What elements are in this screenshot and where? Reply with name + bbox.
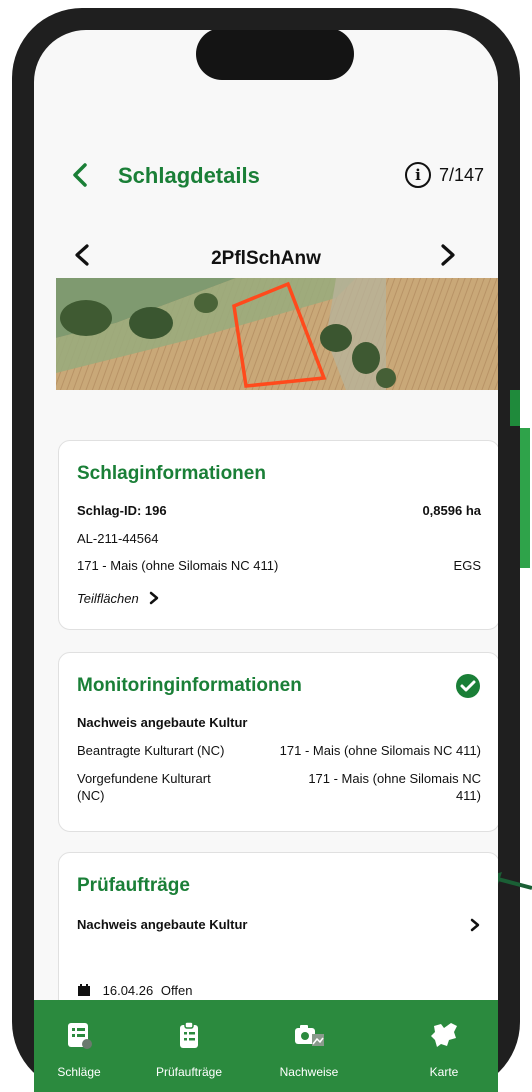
- subareas-label: Teilflächen: [77, 591, 139, 606]
- field-name: 2PflSchAnw: [211, 248, 321, 269]
- card-title: Schlaginformationen: [77, 463, 266, 484]
- page-title: Schlagdetails: [118, 163, 260, 188]
- found-crop-row: Vorgefundene Kulturart (NC) 171 - Mais (…: [77, 771, 481, 811]
- card-title: Prüfaufträge: [77, 875, 190, 896]
- phone-screen: Schlagdetails i 7/147 2PflSchAnw Schlagi…: [34, 30, 498, 1092]
- scroll-indicator: [520, 428, 530, 568]
- check-circle-icon: [456, 674, 480, 698]
- tab-label: Schläge: [57, 1065, 101, 1079]
- field-list-icon: [68, 1023, 92, 1049]
- tab-pruefauftraege[interactable]: Prüfaufträge: [134, 1020, 244, 1079]
- task-status: Offen: [160, 983, 193, 998]
- clipboard-icon: [180, 1021, 198, 1048]
- next-field-button[interactable]: [438, 240, 458, 276]
- crop-type: 171 - Mais (ohne Silomais NC 411): [77, 558, 279, 573]
- chevron-right-icon: [441, 244, 455, 266]
- pruefauftrag-label: Nachweis angebaute Kultur: [77, 917, 248, 932]
- requested-crop-label: Beantragte Kulturart (NC): [77, 743, 225, 758]
- schlag-id: Schlag-ID: 196: [77, 503, 167, 518]
- calendar-icon: [78, 984, 90, 996]
- found-crop-value-2: 411): [455, 788, 481, 803]
- record-counter: 7/147: [439, 165, 485, 185]
- crop-row: 171 - Mais (ohne Silomais NC 411) EGS: [77, 558, 481, 573]
- dynamic-island: [196, 30, 354, 80]
- field-navigation: 2PflSchAnw: [34, 238, 498, 278]
- field-area: 0,8596 ha: [422, 503, 481, 518]
- chevron-left-icon: [73, 163, 87, 187]
- found-crop-value: 171 - Mais (ohne Silomais NC 411): [308, 771, 481, 803]
- bottom-tab-bar: Schläge Prüfaufträge Nachweise Karte: [34, 1000, 498, 1092]
- info-icon[interactable]: i: [405, 162, 431, 188]
- chevron-right-icon: [150, 591, 159, 605]
- tab-label: Nachweise: [279, 1065, 339, 1079]
- subareas-link[interactable]: Teilflächen: [77, 591, 481, 606]
- camera-gallery-icon: [295, 1025, 324, 1046]
- requested-crop-row: Beantragte Kulturart (NC) 171 - Mais (oh…: [77, 743, 481, 758]
- pruefauftrag-item[interactable]: Nachweis angebaute Kultur: [77, 917, 481, 932]
- tab-karte[interactable]: Karte: [390, 1020, 498, 1079]
- tab-label: Prüfaufträge: [155, 1065, 223, 1079]
- field-code: AL-211-44564: [77, 531, 159, 546]
- tab-nachweise[interactable]: Nachweise: [254, 1020, 364, 1079]
- chevron-right-icon: [470, 918, 480, 932]
- map-region-icon: [431, 1023, 457, 1047]
- card-title: Monitoringinformationen: [77, 675, 302, 696]
- tab-label: Karte: [429, 1065, 459, 1079]
- monitoring-subtitle: Nachweis angebaute Kultur: [77, 715, 248, 730]
- field-map[interactable]: [56, 278, 498, 390]
- aerial-map-image: [56, 278, 498, 390]
- schlag-id-row: Schlag-ID: 196 0,8596 ha: [77, 503, 481, 518]
- found-crop-value-1: 171 - Mais (ohne Silomais NC: [308, 771, 481, 786]
- back-button[interactable]: [68, 160, 92, 190]
- program-code: EGS: [453, 558, 481, 573]
- scroll-indicator-top: [510, 390, 520, 426]
- tab-schlaege[interactable]: Schläge: [34, 1020, 124, 1079]
- pruefauftrag-date-row: 16.04.26 Offen: [77, 983, 481, 998]
- requested-crop-value: 171 - Mais (ohne Silomais NC 411): [279, 743, 481, 758]
- schlaginformationen-card: Schlaginformationen Schlag-ID: 196 0,859…: [58, 440, 498, 630]
- due-date: 16.04.26: [102, 983, 154, 998]
- app-header: Schlagdetails i 7/147: [34, 130, 498, 210]
- monitoringinformationen-card: Monitoringinformationen Nachweis angebau…: [58, 652, 498, 832]
